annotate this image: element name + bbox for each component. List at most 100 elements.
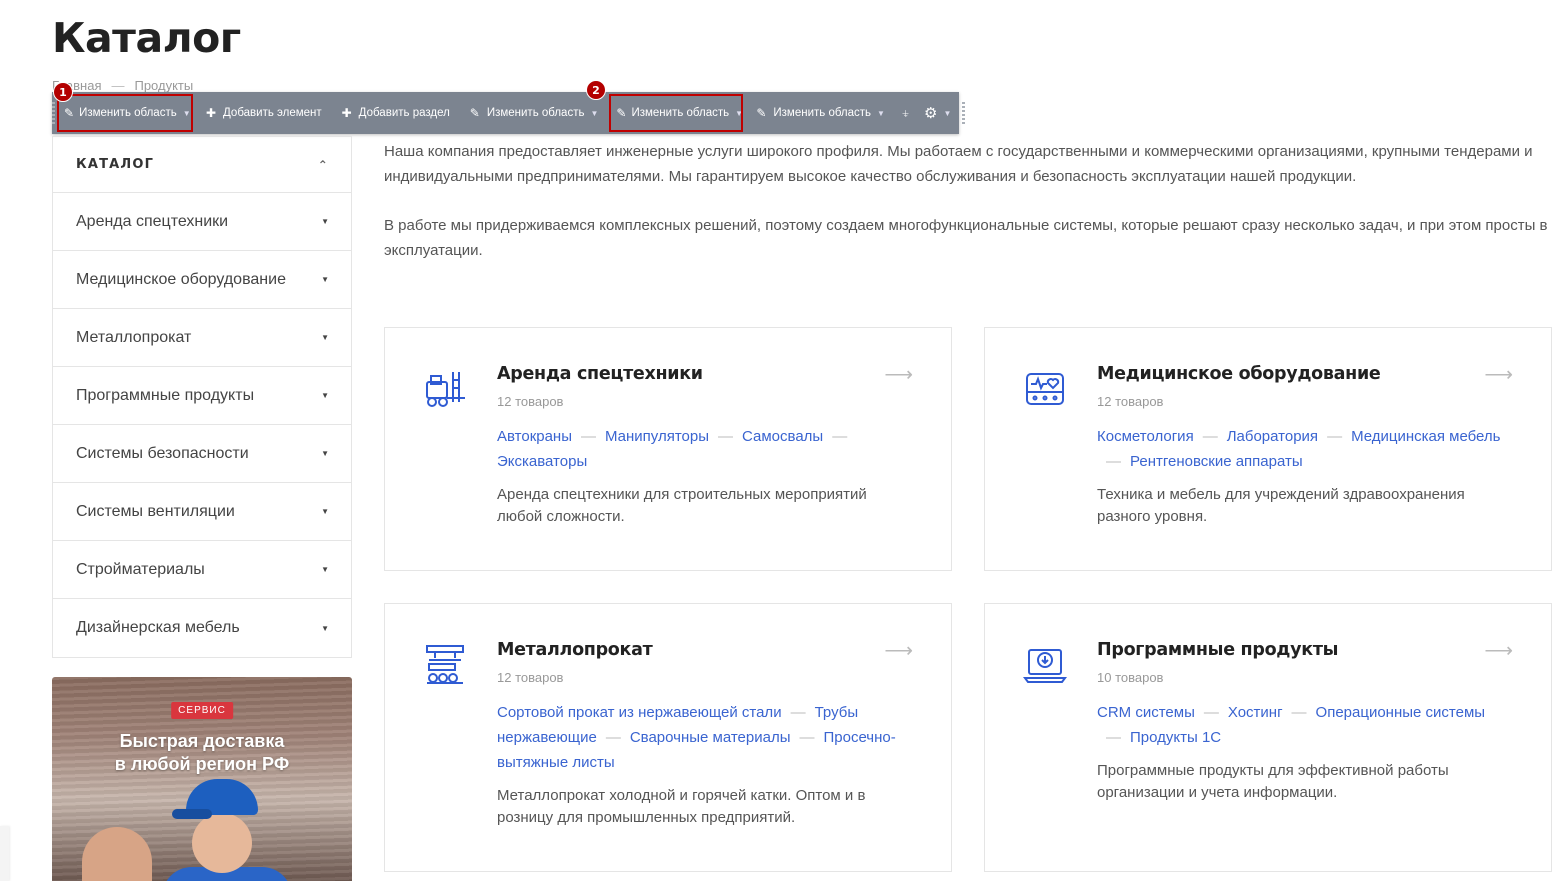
promo-title-line1: Быстрая доставка <box>119 731 285 751</box>
promo-title-line2: в любой регион РФ <box>114 754 290 774</box>
edit-area-label: Изменить область <box>773 107 872 119</box>
admin-toolbar: ✎ Изменить область ▼ ✚ Добавить элемент … <box>52 92 966 134</box>
plus-icon: ✚ <box>205 106 217 120</box>
subcategory-link[interactable]: CRM системы <box>1097 704 1195 721</box>
category-card[interactable]: ⟶ Медицинское оборудование 12 товаров Ко… <box>984 327 1552 571</box>
promo-banner[interactable]: СЕРВИС Быстрая доставка в любой регион Р… <box>52 677 352 881</box>
card-title[interactable]: Медицинское оборудование <box>1097 362 1511 386</box>
subcategory-link[interactable]: Самосвалы <box>742 428 823 445</box>
card-title[interactable]: Металлопрокат <box>497 638 911 662</box>
settings-button[interactable]: ⚙ ▼ <box>917 92 958 134</box>
card-description: Аренда спецтехники для строительных меро… <box>497 486 867 525</box>
card-subcategories: Сортовой прокат из нержавеющей стали — Тру… <box>497 704 896 771</box>
sidebar-heading-label: КАТАЛОГ <box>76 157 155 172</box>
drag-handle-right[interactable] <box>962 92 966 134</box>
card-title[interactable]: Аренда спецтехники <box>497 362 911 386</box>
chevron-down-icon: ▼ <box>735 108 744 118</box>
breadcrumb-separator: — <box>111 78 125 93</box>
sidebar-item-medical[interactable]: Медицинское оборудование ▼ <box>53 251 351 309</box>
caret-down-icon: ▼ <box>321 449 329 458</box>
promo-person-image <box>74 817 160 881</box>
sidebar-item-label: Дизайнерская мебель <box>76 619 240 636</box>
intro-text: Наша компания предоставляет инженерные у… <box>384 139 1554 287</box>
caret-down-icon: ▼ <box>321 275 329 284</box>
chevron-down-icon: ▼ <box>877 108 885 118</box>
sidebar-item-label: Медицинское оборудование <box>76 270 286 288</box>
forklift-icon <box>423 366 467 410</box>
card-title[interactable]: Программные продукты <box>1097 638 1511 662</box>
breadcrumb-current: Продукты <box>134 78 194 93</box>
subcategory-link[interactable]: Лаборатория <box>1227 428 1318 445</box>
caret-down-icon: ▼ <box>321 565 329 574</box>
card-description: Техника и мебель для учреждений здравоох… <box>1097 486 1465 525</box>
subcategory-link[interactable]: Косметология <box>1097 428 1194 445</box>
card-subcategories: Автокраны — Манипуляторы — Самосвалы — Экскава… <box>497 428 848 470</box>
sidebar-item-label: Системы безопасности <box>76 444 249 462</box>
sidebar-item-equipment-rental[interactable]: Аренда спецтехники ▼ <box>53 193 351 251</box>
sidebar-item-designer-furniture[interactable]: Дизайнерская мебель ▼ <box>53 599 351 657</box>
pencil-icon: ✎ <box>616 106 627 120</box>
subcategory-link[interactable]: Сварочные материалы <box>630 729 791 746</box>
sidebar-item-ventilation[interactable]: Системы вентиляции ▼ <box>53 483 351 541</box>
card-subcategories: Косметология — Лаборатория — Медицинская меб… <box>1097 428 1501 470</box>
card-count: 12 товаров <box>497 394 564 409</box>
chevron-up-icon: ⌃ <box>317 157 329 172</box>
add-element-label: Добавить элемент <box>223 107 322 119</box>
sidebar-item-label: Стройматериалы <box>76 560 205 578</box>
laptop-download-icon <box>1023 642 1067 686</box>
plus-icon: ✚ <box>341 106 352 120</box>
chevron-down-icon: ▼ <box>182 108 191 118</box>
catalog-sidebar: КАТАЛОГ ⌃ Аренда спецтехники ▼ Медицинско… <box>52 136 352 658</box>
sidebar-item-label: Аренда спецтехники <box>76 212 229 230</box>
caret-down-icon: ▼ <box>321 333 329 342</box>
pencil-icon: ✎ <box>756 106 767 120</box>
subcategory-link[interactable]: Хостинг <box>1228 704 1283 721</box>
chevron-down-icon: ▼ <box>943 108 952 118</box>
add-element-button[interactable]: ✚ Добавить элемент <box>195 92 331 134</box>
edit-area-label: Изменить область <box>79 107 177 119</box>
category-card[interactable]: ⟶ Металлопрокат 12 товаров Сортовой прок… <box>384 603 952 872</box>
promo-title: Быстрая доставка в любой регион РФ <box>52 730 352 776</box>
pencil-icon: ✎ <box>64 106 75 120</box>
subcategory-link[interactable]: Рентгеновские аппараты <box>1130 453 1303 470</box>
edit-area-label: Изменить область <box>486 107 585 119</box>
pencil-icon: ✎ <box>469 106 480 120</box>
subcategory-link[interactable]: Экскаваторы <box>497 453 587 470</box>
caret-down-icon: ▼ <box>321 507 329 516</box>
card-subcategories: CRM системы — Хостинг — Операционные системы… <box>1097 704 1486 746</box>
sidebar-item-security[interactable]: Системы безопасности ▼ <box>53 425 351 483</box>
marker-badge-1: 1 <box>53 82 73 102</box>
edit-area-button-1[interactable]: ✎ Изменить область ▼ <box>55 92 195 134</box>
sidebar-heading[interactable]: КАТАЛОГ ⌃ <box>53 137 351 193</box>
edit-area-button-4[interactable]: ✎ Изменить область ▼ <box>745 92 894 134</box>
side-widget-edge[interactable] <box>0 826 9 881</box>
subcategory-link[interactable]: Продукты 1С <box>1130 729 1221 746</box>
edit-area-button-3[interactable]: ✎ Изменить область ▼ <box>607 92 745 134</box>
category-card[interactable]: ⟶ Программные продукты 10 товаров CRM си… <box>984 603 1552 872</box>
medical-device-icon <box>1023 366 1067 410</box>
add-section-label: Добавить раздел <box>358 107 450 119</box>
add-section-button[interactable]: ✚ Добавить раздел <box>331 92 459 134</box>
breadcrumb: Главная — Продукты <box>52 78 193 93</box>
pin-button[interactable]: ⍖ <box>894 92 917 134</box>
subcategory-link[interactable]: Автокраны <box>497 428 572 445</box>
marker-badge-2: 2 <box>586 80 606 100</box>
sidebar-item-building-materials[interactable]: Стройматериалы ▼ <box>53 541 351 599</box>
card-count: 12 товаров <box>497 670 564 685</box>
metal-pipes-icon <box>423 642 467 686</box>
sidebar-item-label: Металлопрокат <box>76 328 192 346</box>
subcategory-link[interactable]: Сортовой прокат из нержавеющей стали <box>497 704 782 721</box>
sidebar-item-label: Системы вентиляции <box>76 502 235 520</box>
card-count: 10 товаров <box>1097 670 1164 685</box>
sidebar-item-software[interactable]: Программные продукты ▼ <box>53 367 351 425</box>
edit-area-label: Изменить область <box>631 107 730 119</box>
caret-down-icon: ▼ <box>321 623 329 633</box>
category-card[interactable]: ⟶ Аренда спецтехники 12 товаров Автокран… <box>384 327 952 571</box>
card-count: 12 товаров <box>1097 394 1164 409</box>
subcategory-link[interactable]: Операционные системы <box>1316 704 1486 721</box>
sidebar-item-metal[interactable]: Металлопрокат ▼ <box>53 309 351 367</box>
pin-icon: ⍖ <box>900 104 910 122</box>
subcategory-link[interactable]: Манипуляторы <box>605 428 709 445</box>
subcategory-link[interactable]: Медицинская мебель <box>1351 428 1500 445</box>
edit-area-button-2[interactable]: ✎ Изменить область ▼ <box>459 92 608 134</box>
